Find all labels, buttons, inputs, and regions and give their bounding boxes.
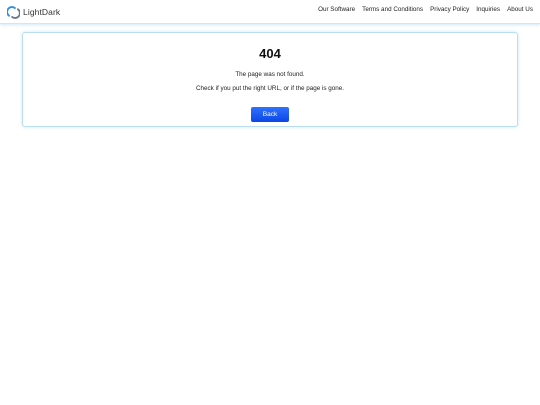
- top-navbar: LightDark Our Software Terms and Conditi…: [0, 0, 540, 24]
- error-message: The page was not found.: [235, 71, 305, 78]
- error-code: 404: [259, 46, 281, 61]
- lightdark-logo-icon: [7, 5, 20, 19]
- nav-privacy-policy[interactable]: Privacy Policy: [430, 6, 469, 13]
- nav-inquiries[interactable]: Inquiries: [476, 6, 500, 13]
- nav-about-us[interactable]: About Us: [507, 6, 533, 13]
- brand-name: LightDark: [23, 7, 61, 17]
- error-hint: Check if you put the right URL, or if th…: [195, 85, 345, 92]
- brand[interactable]: LightDark: [7, 5, 60, 19]
- nav-our-software[interactable]: Our Software: [318, 6, 355, 13]
- error-card: 404 The page was not found. Check if you…: [22, 32, 518, 127]
- nav-terms-and-conditions[interactable]: Terms and Conditions: [362, 6, 423, 13]
- nav-links: Our Software Terms and Conditions Privac…: [318, 6, 533, 13]
- back-button[interactable]: Back: [251, 107, 289, 122]
